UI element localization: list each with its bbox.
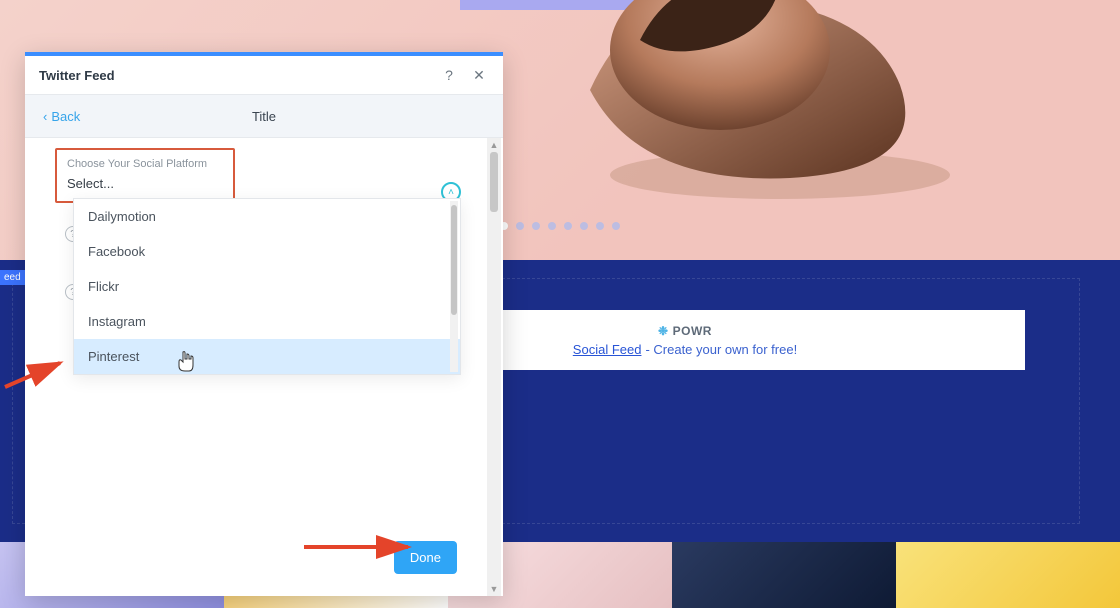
- select-label: Choose Your Social Platform: [67, 158, 223, 170]
- back-label: Back: [51, 109, 80, 124]
- platform-dropdown: Dailymotion Facebook Flickr Instagram Pi…: [73, 198, 461, 375]
- scroll-down-arrow-icon[interactable]: ▼: [490, 582, 499, 596]
- powr-logo-icon: ❉: [658, 324, 669, 338]
- powr-brand-text: POWR: [673, 324, 712, 338]
- dropdown-scrollbar[interactable]: [450, 201, 458, 372]
- powr-social-feed-link[interactable]: Social Feed: [573, 342, 642, 357]
- powr-tagline-tail: - Create your own for free!: [645, 342, 797, 357]
- social-platform-select[interactable]: Choose Your Social Platform Select...: [55, 148, 235, 203]
- platform-option-pinterest[interactable]: Pinterest: [74, 339, 460, 374]
- panel-title: Twitter Feed: [39, 68, 429, 83]
- carousel-pagination[interactable]: [500, 222, 620, 230]
- gallery-tile: [672, 542, 896, 608]
- done-button[interactable]: Done: [394, 541, 457, 574]
- twitter-feed-settings-panel: Twitter Feed ? ✕ ‹ Back Title Choose You…: [25, 52, 503, 596]
- panel-breadcrumb: ‹ Back Title: [25, 94, 503, 138]
- back-button[interactable]: ‹ Back: [43, 109, 80, 124]
- gallery-tile: [896, 542, 1120, 608]
- platform-option-instagram[interactable]: Instagram: [74, 304, 460, 339]
- close-icon[interactable]: ✕: [469, 65, 489, 85]
- carousel-dot[interactable]: [532, 222, 540, 230]
- chevron-left-icon: ‹: [43, 109, 47, 124]
- help-icon[interactable]: ?: [439, 65, 459, 85]
- hero-sculpture-image: [530, 0, 950, 210]
- section-title: Title: [25, 109, 503, 124]
- platform-option-dailymotion[interactable]: Dailymotion: [74, 199, 460, 234]
- panel-body: Choose Your Social Platform Select... ˄ …: [25, 138, 503, 596]
- scrollbar-thumb[interactable]: [490, 152, 498, 212]
- carousel-dot[interactable]: [516, 222, 524, 230]
- carousel-dot[interactable]: [580, 222, 588, 230]
- panel-scrollbar[interactable]: ▲ ▼: [487, 138, 501, 596]
- carousel-dot[interactable]: [564, 222, 572, 230]
- powr-brand: ❉ POWR: [658, 324, 712, 338]
- panel-titlebar: Twitter Feed ? ✕: [25, 56, 503, 94]
- powr-tagline: Social Feed - Create your own for free!: [573, 342, 797, 357]
- platform-option-facebook[interactable]: Facebook: [74, 234, 460, 269]
- dropdown-scrollbar-thumb[interactable]: [451, 205, 457, 315]
- select-value: Select...: [67, 176, 223, 191]
- chevron-up-icon: ˄: [448, 187, 454, 198]
- carousel-dot[interactable]: [612, 222, 620, 230]
- feed-section-tag: eed: [0, 270, 27, 285]
- bust-illustration: [530, 0, 950, 210]
- platform-option-flickr[interactable]: Flickr: [74, 269, 460, 304]
- carousel-dot[interactable]: [548, 222, 556, 230]
- scroll-up-arrow-icon[interactable]: ▲: [490, 138, 499, 152]
- carousel-dot[interactable]: [596, 222, 604, 230]
